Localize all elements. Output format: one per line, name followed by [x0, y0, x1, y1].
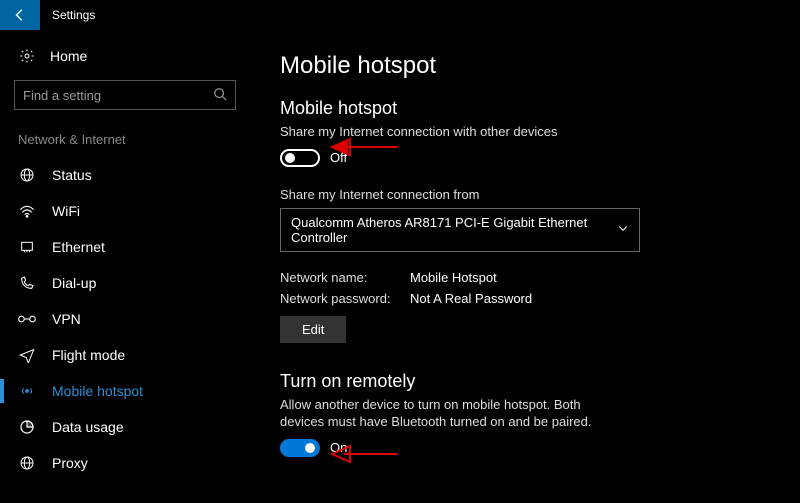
sidebar-item-label: VPN — [52, 311, 81, 327]
gear-icon — [18, 48, 36, 64]
sidebar: Home Network & Internet Status WiFi Ethe… — [0, 30, 250, 503]
wifi-icon — [18, 204, 36, 218]
sidebar-item-datausage[interactable]: Data usage — [0, 409, 250, 445]
sidebar-item-vpn[interactable]: VPN — [0, 301, 250, 337]
hotspot-icon — [18, 383, 36, 399]
app-title: Settings — [52, 8, 95, 22]
sidebar-item-mobilehotspot[interactable]: Mobile hotspot — [0, 373, 250, 409]
sidebar-item-label: WiFi — [52, 203, 80, 219]
sidebar-item-proxy[interactable]: Proxy — [0, 445, 250, 481]
back-button[interactable] — [0, 0, 40, 30]
sidebar-item-label: Proxy — [52, 455, 88, 471]
network-name-label: Network name: — [280, 270, 410, 285]
adapter-dropdown[interactable]: Qualcomm Atheros AR8171 PCI-E Gigabit Et… — [280, 208, 640, 252]
sidebar-item-status[interactable]: Status — [0, 157, 250, 193]
remote-toggle[interactable] — [280, 439, 320, 457]
remote-desc: Allow another device to turn on mobile h… — [280, 396, 620, 431]
proxy-icon — [18, 455, 36, 471]
network-password-value: Not A Real Password — [410, 291, 770, 306]
sidebar-group-label: Network & Internet — [0, 128, 250, 157]
sidebar-item-label: Ethernet — [52, 239, 105, 255]
chevron-down-icon — [617, 222, 629, 237]
sidebar-item-label: Data usage — [52, 419, 124, 435]
sidebar-item-dialup[interactable]: Dial-up — [0, 265, 250, 301]
globe-icon — [18, 167, 36, 183]
title-bar: Settings — [0, 0, 800, 30]
sidebar-item-ethernet[interactable]: Ethernet — [0, 229, 250, 265]
sidebar-item-label: Mobile hotspot — [52, 383, 143, 399]
sidebar-home-label: Home — [50, 48, 87, 64]
share-from-label: Share my Internet connection from — [280, 187, 770, 202]
search-input[interactable] — [23, 88, 213, 103]
search-box[interactable] — [14, 80, 236, 110]
sidebar-item-flightmode[interactable]: Flight mode — [0, 337, 250, 373]
main-panel: Mobile hotspot Mobile hotspot Share my I… — [250, 30, 800, 503]
sidebar-home[interactable]: Home — [0, 40, 250, 72]
edit-button[interactable]: Edit — [280, 316, 346, 343]
search-icon — [213, 87, 227, 104]
sidebar-item-wifi[interactable]: WiFi — [0, 193, 250, 229]
sidebar-item-label: Flight mode — [52, 347, 125, 363]
sidebar-item-label: Dial-up — [52, 275, 96, 291]
network-name-value: Mobile Hotspot — [410, 270, 770, 285]
hotspot-toggle[interactable] — [280, 149, 320, 167]
hotspot-heading: Mobile hotspot — [280, 98, 770, 119]
page-title: Mobile hotspot — [280, 52, 770, 80]
phone-icon — [18, 275, 36, 291]
data-usage-icon — [18, 419, 36, 435]
adapter-value: Qualcomm Atheros AR8171 PCI-E Gigabit Et… — [291, 215, 617, 245]
sidebar-item-label: Status — [52, 167, 92, 183]
airplane-icon — [18, 347, 36, 363]
hotspot-toggle-state: Off — [330, 150, 347, 165]
remote-heading: Turn on remotely — [280, 371, 770, 392]
hotspot-desc: Share my Internet connection with other … — [280, 123, 620, 141]
network-details: Network name: Mobile Hotspot Network pas… — [280, 270, 770, 306]
ethernet-icon — [18, 240, 36, 254]
arrow-left-icon — [13, 8, 27, 22]
remote-toggle-state: On — [330, 440, 347, 455]
network-password-label: Network password: — [280, 291, 410, 306]
vpn-icon — [18, 313, 36, 325]
